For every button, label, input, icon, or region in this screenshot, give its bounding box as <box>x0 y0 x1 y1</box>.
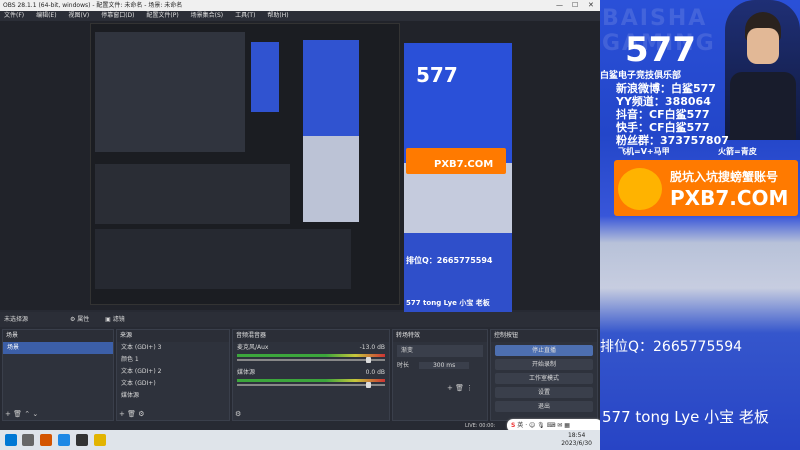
menu-edit[interactable]: 编辑(E) <box>36 12 56 19</box>
thumb-footer: 577 tong Lye 小宝 老板 <box>406 299 490 307</box>
minimize-icon[interactable]: — <box>556 0 563 11</box>
duration-input[interactable]: 300 ms <box>418 362 470 369</box>
stream-output: BAISHA GAMING 577 白鲨电子竞技俱乐部 新浪微博：白鲨577 Y… <box>600 0 800 450</box>
mixer-channel: 麦克风/Aux -13.0 dB <box>237 344 385 351</box>
ime-tools-icon[interactable]: · ☺ 🎙 ⌨ ✉ ▦ <box>525 422 570 429</box>
window-title: OBS 28.1.1 (64-bit, windows) - 配置文件: 未命名… <box>3 2 183 9</box>
volume-meter <box>237 354 385 357</box>
transition-select[interactable]: 渐变 <box>397 345 483 357</box>
clock[interactable]: 18:54 2023/6/30 <box>561 432 592 448</box>
source-item[interactable]: 文本 (GDI+) 2 <box>117 366 229 378</box>
menu-help[interactable]: 帮助(H) <box>267 12 288 19</box>
menu-tools[interactable]: 工具(T) <box>235 12 255 19</box>
source-toolbar: 未选择源 ⚙ 属性 ▣ 滤镜 <box>0 312 600 327</box>
studio-mode-button[interactable]: 工作室模式 <box>495 373 593 384</box>
mixer-toolbar: ⚙ <box>235 410 241 418</box>
scene-item[interactable]: 场景 <box>3 342 113 354</box>
stream-number: 577 <box>625 30 696 70</box>
thumb-site: PXB7.COM <box>434 159 494 170</box>
promo-slogan: 脱坑入坑搜螃蟹账号 <box>670 170 779 184</box>
gear-icon[interactable]: ⚙ <box>138 410 144 418</box>
sources-toolbar: + 🗑 ⚙ <box>119 410 145 418</box>
mixer-channel: 媒体源 0.0 dB <box>237 369 385 376</box>
source-item[interactable]: 文本 (GDI+) <box>117 378 229 390</box>
sources-title: 来源 <box>117 330 229 342</box>
stop-streaming-button[interactable]: 停止直播 <box>495 345 593 356</box>
filters-button[interactable]: ▣ 滤镜 <box>105 316 125 323</box>
add-icon[interactable]: + <box>447 384 453 392</box>
preview-stream-thumbnail: 577 PXB7.COM 排位Q：2665775594 577 tong Lye… <box>404 43 512 325</box>
duration-row: 时长 300 ms <box>393 360 487 372</box>
volume-slider[interactable] <box>237 357 385 363</box>
add-icon[interactable]: + <box>119 410 125 418</box>
transitions-title: 转场特效 <box>393 330 487 342</box>
properties-button[interactable]: ⚙ 属性 <box>70 316 89 323</box>
nested-preview-capture <box>90 23 400 305</box>
obs-icon[interactable] <box>76 434 88 446</box>
transitions-toolbar: + 🗑 ⋮ <box>447 384 473 392</box>
footer-text: 577 tong Lye 小宝 老板 <box>602 408 769 426</box>
screen: OBS 28.1.1 (64-bit, windows) - 配置文件: 未命名… <box>0 0 800 450</box>
windows-start-icon[interactable] <box>5 434 17 446</box>
contact-lines: 新浪微博：白鲨577 YY频道：388064 抖音：CF白鲨577 快手：CF白… <box>616 82 729 147</box>
app-icon[interactable] <box>94 434 106 446</box>
transitions-panel: 转场特效 渐变 时长 300 ms + 🗑 ⋮ <box>392 329 488 421</box>
crab-icon <box>618 168 662 210</box>
controls-title: 控制按钮 <box>491 330 597 342</box>
qq-text: 排位Q：2665775594 <box>600 339 743 355</box>
source-item[interactable]: 媒体源 <box>117 390 229 402</box>
exit-button[interactable]: 退出 <box>495 401 593 412</box>
volume-slider[interactable] <box>237 382 385 388</box>
taskbar: 18:54 2023/6/30 <box>0 430 600 450</box>
remove-icon[interactable]: 🗑 <box>455 384 464 392</box>
gear-icon[interactable]: ⋮ <box>466 384 473 392</box>
menu-view[interactable]: 视图(V) <box>68 12 89 19</box>
maximize-icon[interactable]: ☐ <box>572 0 578 11</box>
live-status: LIVE: 00:00: <box>465 423 496 429</box>
promo-site: PXB7.COM <box>670 186 789 210</box>
social-plane: 飞机=V+马甲 <box>618 147 670 156</box>
start-recording-button[interactable]: 开始录制 <box>495 359 593 370</box>
ime-logo-icon: S <box>511 422 516 429</box>
mixer-title: 音频混音器 <box>233 330 389 342</box>
scenes-panel: 场景 场景 + 🗑 ⌃ ⌄ <box>2 329 114 421</box>
menu-scene-collection[interactable]: 场景集合(S) <box>191 12 224 19</box>
move-down-icon[interactable]: ⌄ <box>32 410 38 418</box>
gear-icon[interactable]: ⚙ <box>235 410 241 418</box>
source-item[interactable]: 颜色 1 <box>117 354 229 366</box>
scenes-toolbar: + 🗑 ⌃ ⌄ <box>5 410 38 418</box>
clock-time: 18:54 <box>567 432 586 439</box>
no-source-label: 未选择源 <box>4 316 29 323</box>
move-up-icon[interactable]: ⌃ <box>24 410 30 418</box>
obs-window: OBS 28.1.1 (64-bit, windows) - 配置文件: 未命名… <box>0 0 600 430</box>
controls-panel: 控制按钮 停止直播 开始录制 工作室模式 设置 退出 <box>490 329 598 421</box>
edge-icon[interactable] <box>58 434 70 446</box>
settings-button[interactable]: 设置 <box>495 387 593 398</box>
app-icon[interactable] <box>40 434 52 446</box>
player-photo <box>725 0 800 140</box>
menu-profile[interactable]: 配置文件(P) <box>146 12 178 19</box>
close-icon[interactable]: ✕ <box>588 0 594 11</box>
audio-mixer-panel: 音频混音器 麦克风/Aux -13.0 dB 媒体源 0.0 dB ⚙ <box>232 329 390 421</box>
social-rocket: 火箭=青皮 <box>718 147 757 156</box>
remove-icon[interactable]: 🗑 <box>127 410 136 418</box>
club-name: 白鲨电子竞技俱乐部 <box>600 71 682 81</box>
ime-mode[interactable]: 英 <box>517 422 523 429</box>
sources-panel: 来源 文本 (GDI+) 3 颜色 1 文本 (GDI+) 2 文本 (GDI+… <box>116 329 230 421</box>
title-bar: OBS 28.1.1 (64-bit, windows) - 配置文件: 未命名… <box>0 0 600 11</box>
app-icon[interactable] <box>22 434 34 446</box>
scenes-title: 场景 <box>3 330 113 342</box>
add-icon[interactable]: + <box>5 410 11 418</box>
thumb-qq: 排位Q：2665775594 <box>406 256 493 265</box>
preview-canvas[interactable]: 577 PXB7.COM 排位Q：2665775594 577 tong Lye… <box>0 21 600 325</box>
thumb-number: 577 <box>416 63 458 87</box>
promo-banner: 脱坑入坑搜螃蟹账号 PXB7.COM <box>614 160 798 216</box>
volume-meter <box>237 379 385 382</box>
remove-icon[interactable]: 🗑 <box>13 410 22 418</box>
menu-file[interactable]: 文件(F) <box>4 12 24 19</box>
menu-bar: 文件(F) 编辑(E) 视图(V) 停靠窗口(D) 配置文件(P) 场景集合(S… <box>0 11 600 21</box>
source-item[interactable]: 文本 (GDI+) 3 <box>117 342 229 354</box>
clock-date: 2023/6/30 <box>561 440 592 447</box>
menu-docks[interactable]: 停靠窗口(D) <box>101 12 134 19</box>
